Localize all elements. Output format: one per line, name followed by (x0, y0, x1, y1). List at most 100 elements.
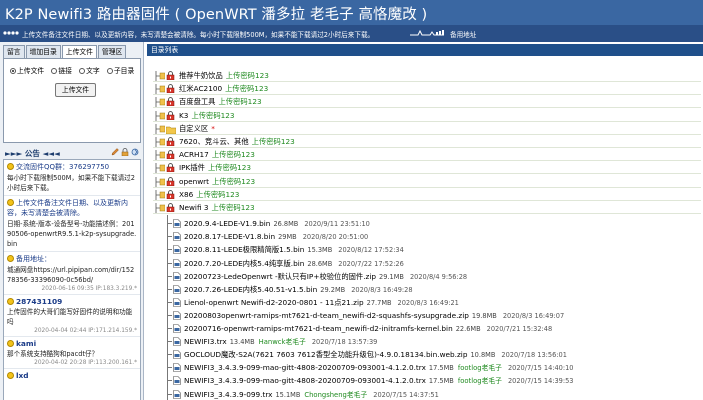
message-head: 上传文件备注文件日期、以及更新内容，未写清楚会被清除。 (7, 198, 137, 218)
file-uploader: footlog老毛子 (457, 377, 502, 386)
folder-label[interactable]: 自定义区 * (179, 122, 215, 135)
tab-guestbook[interactable]: 留言 (3, 45, 25, 59)
file-label[interactable]: 2020.9.4-LEDE-V1.9.bin 26.8MB 2020/9/11 23… (184, 217, 370, 231)
message-author: 287431109 (16, 297, 63, 306)
file-label[interactable]: 2020.7.26-LEDE内核5.40.51-v1.5.bin 29.2MB 20… (184, 283, 413, 297)
upload-panel: 上传文件 链接 文字 子目录 上传文件 (3, 58, 141, 143)
file-row[interactable]: 2020.9.4-LEDE-V1.9.bin 26.8MB 2020/9/11 23… (173, 217, 701, 230)
file-label[interactable]: NEWIFI3_3.4.3.9-099.trx 15.1MB Chongsheng老… (184, 388, 439, 400)
folder-label[interactable]: IPK插件 上传密码123 (179, 161, 251, 174)
file-row[interactable]: NEWIFI3_3.4.3.9-099-mao-gitt-4808-202007… (173, 374, 701, 387)
file-date: 2020/8/12 17:52:34 (338, 246, 404, 255)
file-row[interactable]: NEWIFI3.trx 13.4MB Hanwck老毛子 2020/7/18 13:5… (173, 335, 701, 348)
file-row[interactable]: 20200723-LedeOpenwrt -默认只有IP+校验位的固件.zip 2… (173, 270, 701, 283)
folder-label[interactable]: 红米AC2100 上传密码123 (179, 82, 268, 95)
tree-guide-line (167, 215, 168, 400)
file-label[interactable]: Lienol-openwrt Newifi-d2-2020-0801 - 11点… (184, 296, 459, 310)
file-row[interactable]: 2020.8.17-LEDE-V1.8.bin 29MB 2020/8/20 20:… (173, 230, 701, 243)
folder-row[interactable]: K3 上传密码123 (153, 109, 701, 122)
file-row[interactable]: NEWIFI3_3.4.3.9-099-mao-gitt-4808-202007… (173, 361, 701, 374)
tab-upload-file[interactable]: 上传文件 (61, 45, 97, 59)
message-meta: 2020-04-02 20:28 IP:113.200.161.* (34, 360, 137, 366)
refresh-icon[interactable] (131, 148, 139, 156)
folder-row[interactable]: 自定义区 * (153, 122, 701, 135)
file-name: 20200723-LedeOpenwrt -默认只有IP+校验位的固件.zip (184, 271, 377, 281)
folder-row[interactable]: ACRH17 上传密码123 (153, 148, 701, 162)
folder-row[interactable]: 推荐牛奶饮品 上传密码123 (153, 69, 701, 82)
file-row[interactable]: Lienol-openwrt Newifi-d2-2020-0801 - 11点… (173, 296, 701, 309)
file-row[interactable]: GOCLOUD魔改-S2A(7621 7603 7612香型全功能升级包)-4.… (173, 348, 701, 361)
file-icon (173, 271, 181, 281)
folder-label[interactable]: K3 上传密码123 (179, 109, 235, 122)
file-name: NEWIFI3.trx (184, 337, 227, 347)
tab-add-directory[interactable]: 增加目录 (25, 45, 61, 59)
file-date: 2020/8/4 9:56:28 (409, 272, 468, 281)
tab-admin[interactable]: 管理区 (97, 45, 127, 59)
folder-row[interactable]: openwrt 上传密码123 (153, 175, 701, 188)
dots-icon (3, 31, 19, 35)
file-label[interactable]: NEWIFI3_3.4.3.9-099-mao-gitt-4808-202007… (184, 361, 574, 375)
folder-label[interactable]: 7620、竞斗云、其他 上传密码123 (179, 135, 295, 148)
file-icon (173, 350, 181, 359)
file-row[interactable]: 2020.7.26-LEDE内核5.40.51-v1.5.bin 29.2MB 20… (173, 283, 701, 296)
file-label[interactable]: 2020.7.20-LEDE内核5.4纯享版.bin 28.6MB 2020/7/2… (184, 257, 404, 271)
folder-row[interactable]: IPK插件 上传密码123 (153, 161, 701, 175)
file-label[interactable]: 2020.8.17-LEDE-V1.8.bin 29MB 2020/8/20 20:… (184, 230, 368, 244)
radio-upload-file[interactable]: 上传文件 (10, 65, 44, 75)
tree-branch-line (167, 314, 172, 316)
message-author: lxd (16, 371, 29, 380)
message-item: lxd (4, 369, 140, 382)
message-author: 上传文件备注文件日期、以及更新内容，未写清楚会被清除。 (7, 199, 128, 217)
folder-label[interactable]: 推荐牛奶饮品 上传密码123 (179, 69, 269, 82)
file-label[interactable]: 20200803openwrt-ramips-mt7621-d-team_new… (184, 309, 564, 323)
file-date: 2020/9/11 23:51:10 (304, 220, 370, 229)
file-size: 27.7MB (366, 298, 392, 307)
folder-row[interactable]: 红米AC2100 上传密码123 (153, 82, 701, 96)
folder-row[interactable]: Newifi 3 上传密码123 (153, 201, 701, 214)
file-label[interactable]: 20200716-openwrt-ramips-mt7621-d-team_ne… (184, 322, 552, 336)
file-uploader: Chongsheng老毛子 (304, 390, 368, 399)
file-row[interactable]: 20200803openwrt-ramips-mt7621-d-team_new… (173, 309, 701, 322)
notice-marquee: 上传文件备注文件日期、以及更新内容，未写清楚会被清除。每小时下载限制500M，如… (0, 25, 703, 42)
file-name: Lienol-openwrt Newifi-d2-2020-0801 - 11点… (184, 297, 364, 307)
message-head: lxd (7, 371, 137, 380)
edit-icon[interactable] (111, 148, 119, 156)
file-uploader: footlog老毛子 (457, 364, 502, 373)
upload-password-hint: 上传密码123 (207, 163, 252, 173)
lock-icon[interactable] (121, 148, 129, 157)
folder-label[interactable]: Newifi 3 上传密码123 (179, 201, 255, 214)
file-row[interactable]: NEWIFI3_3.4.3.9-099.trx 15.1MB Chongsheng老… (173, 388, 701, 400)
folder-name: K3 (179, 110, 189, 120)
file-row[interactable]: 2020.7.20-LEDE内核5.4纯享版.bin 28.6MB 2020/7/2… (173, 257, 701, 270)
folder-label[interactable]: X86 上传密码123 (179, 188, 239, 201)
radio-text[interactable]: 文字 (79, 65, 100, 75)
file-date: 2020/7/21 15:32:48 (486, 325, 553, 333)
folder-row[interactable]: 7620、竞斗云、其他 上传密码123 (153, 135, 701, 148)
file-label[interactable]: 20200723-LedeOpenwrt -默认只有IP+校验位的固件.zip 2… (184, 270, 467, 284)
file-name: 20200716-openwrt-ramips-mt7621-d-team_ne… (184, 324, 453, 333)
file-label[interactable]: 2020.8.11-LEDE极限精简版1.5.bin 15.3MB 2020/8/1… (184, 243, 404, 257)
file-date: 2020/7/15 14:39:53 (507, 377, 574, 386)
radio-link[interactable]: 链接 (51, 65, 72, 75)
file-row[interactable]: 2020.8.11-LEDE极限精简版1.5.bin 15.3MB 2020/8/1… (173, 243, 701, 256)
file-label[interactable]: GOCLOUD魔改-S2A(7621 7603 7612香型全功能升级包)-4.… (184, 348, 567, 362)
folder-label[interactable]: ACRH17 上传密码123 (179, 148, 255, 161)
file-name: 2020.8.11-LEDE极限精简版1.5.bin (184, 245, 305, 255)
backup-address-label[interactable]: 备用地址 (450, 29, 476, 39)
folder-row[interactable]: X86 上传密码123 (153, 188, 701, 201)
message-body[interactable]: 城通网盘https://url.pipipan.com/dir/15278356… (7, 265, 137, 285)
folder-label[interactable]: openwrt 上传密码123 (179, 175, 255, 188)
file-label[interactable]: NEWIFI3_3.4.3.9-099-mao-gitt-4808-202007… (184, 374, 574, 388)
radio-subdirectory[interactable]: 子目录 (106, 65, 134, 75)
folder-label[interactable]: 百度盘工具 上传密码123 (179, 95, 262, 108)
file-date: 2020/8/3 16:49:28 (351, 285, 413, 294)
tree-branch-line (167, 249, 172, 251)
folder-row[interactable]: 百度盘工具 上传密码123 (153, 95, 701, 109)
file-row[interactable]: 20200716-openwrt-ramips-mt7621-d-team_ne… (173, 322, 701, 335)
upload-password-hint: 上传密码123 (212, 176, 256, 186)
file-label[interactable]: NEWIFI3.trx 13.4MB Hanwck老毛子 2020/7/18 13:5… (184, 335, 377, 349)
file-icon (173, 376, 181, 386)
file-size: 26.8MB (273, 220, 299, 229)
file-date: 2020/8/3 16:49:07 (502, 311, 565, 320)
upload-file-button[interactable]: 上传文件 (55, 83, 96, 97)
